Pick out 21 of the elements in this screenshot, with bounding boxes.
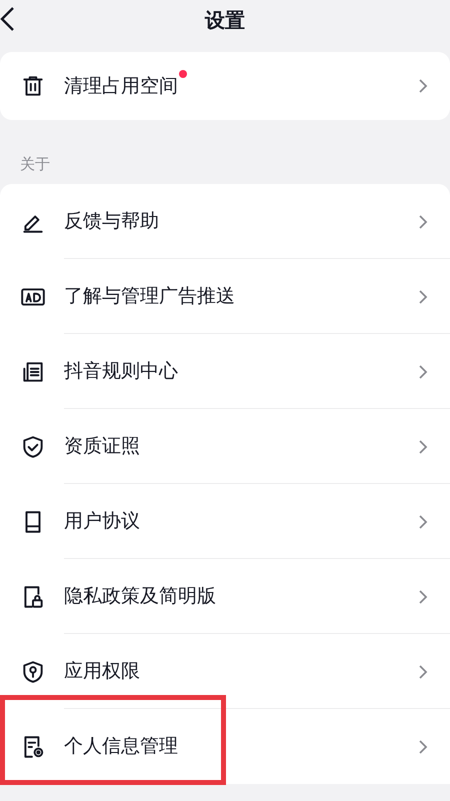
- chevron-right-icon: [418, 588, 428, 604]
- chevron-right-icon: [418, 738, 428, 754]
- back-icon[interactable]: [0, 6, 16, 32]
- menu-item-label[interactable]: 清理占用空间: [64, 72, 178, 100]
- chevron-right-icon: [418, 288, 428, 304]
- menu-item-label[interactable]: 隐私政策及简明版: [64, 582, 216, 611]
- page-title: 设置: [205, 7, 245, 34]
- menu-item-label[interactable]: 了解与管理广告推送: [64, 282, 235, 311]
- menu-item-label[interactable]: 应用权限: [64, 657, 140, 686]
- menu-item-label[interactable]: 个人信息管理: [64, 732, 178, 761]
- chevron-right-icon: [418, 214, 428, 230]
- menu-item-label[interactable]: 反馈与帮助: [64, 207, 159, 236]
- menu-item-label[interactable]: 抖音规则中心: [64, 357, 178, 386]
- section-label: 关于: [19, 154, 51, 175]
- chevron-right-icon: [418, 78, 428, 94]
- menu-item-label[interactable]: 资质证照: [64, 432, 140, 461]
- menu-item-label[interactable]: 用户协议: [64, 507, 140, 536]
- chevron-right-icon: [418, 514, 428, 530]
- chevron-right-icon: [418, 438, 428, 454]
- chevron-right-icon: [418, 364, 428, 380]
- chevron-right-icon: [418, 664, 428, 680]
